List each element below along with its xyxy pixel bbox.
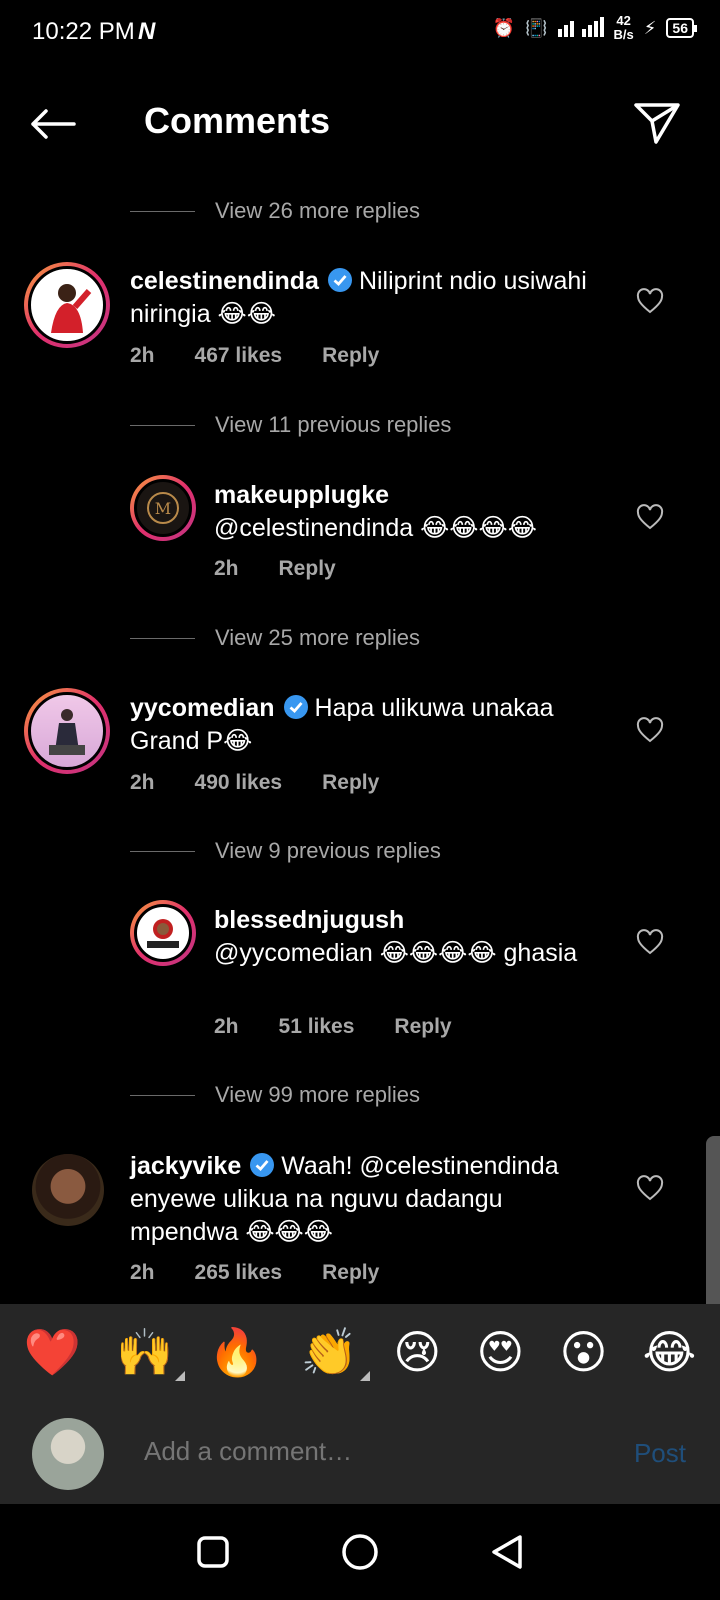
view-replies-button[interactable]: View 26 more replies [130,198,420,224]
emoji-heart[interactable]: ❤️ [24,1329,81,1375]
heart-icon[interactable] [636,717,664,745]
back-arrow-icon[interactable] [28,102,78,146]
emoji-surprised[interactable]: 😮 [559,1329,607,1375]
comments-list[interactable]: View 26 more replies celestinendinda Nili… [0,180,720,1304]
comment-meta: 2h 467 likes Reply [130,344,379,368]
verified-badge-icon [327,268,352,292]
comment-meta: 2h 490 likes Reply [130,771,379,795]
heart-icon[interactable] [636,288,664,316]
comment-time: 2h [130,1261,155,1284]
page-title: Comments [144,100,331,141]
signal-icon [557,15,604,42]
reply-button[interactable]: Reply [394,1015,451,1039]
comment-body: jackyvike Waah! @celestinendinda enyewe u… [130,1150,610,1249]
comment-time: 2h [130,344,155,367]
comment-meta: 2h 265 likes Reply [130,1261,379,1285]
heart-icon[interactable] [636,504,664,532]
status-icons: ⏰ 📳 42 B/s ⚡ 56 [492,14,697,42]
comment-username[interactable]: yycomedian [130,694,275,722]
verified-badge-icon [250,1153,275,1177]
recents-icon[interactable] [193,1532,233,1572]
battery-icon: 56 [666,18,697,38]
view-replies-label: View 9 previous replies [215,838,441,863]
view-replies-label: View 11 previous replies [215,412,452,437]
network-speed: 42 B/s [614,14,634,42]
status-time: 10:22 PM [32,18,135,45]
emoji-clap-glyph: 👏 [300,1325,359,1379]
send-icon[interactable] [632,98,682,148]
view-replies-button[interactable]: View 25 more replies [130,625,420,651]
charging-icon: ⚡ [643,17,657,38]
comment-likes[interactable]: 490 likes [195,771,283,795]
comment-time: 2h [130,771,155,794]
alarm-icon: ⏰ [492,17,516,38]
verified-badge-icon [283,695,308,719]
system-nav-bar [0,1504,720,1600]
comment-username[interactable]: jackyvike [130,1152,241,1180]
view-replies-label: View 25 more replies [215,625,421,650]
comment-text: @celestinendinda 😂😂😂😂 [214,514,537,542]
comment-likes[interactable]: 467 likes [195,344,283,368]
emoji-raised-hands-glyph: 🙌 [115,1325,174,1379]
comment-time: 2h [214,557,239,580]
emoji-fire[interactable]: 🔥 [208,1329,265,1375]
heart-icon[interactable] [636,1175,664,1203]
comment-input[interactable] [144,1436,584,1467]
status-bar: 10:22 PM N ⏰ 📳 42 B/s ⚡ 56 [0,0,720,64]
reply-button[interactable]: Reply [322,771,379,795]
comment-likes[interactable]: 51 likes [279,1015,355,1039]
current-user-avatar [32,1418,104,1490]
comment-body: yycomedian Hapa ulikuwa unakaa Grand P😂 [130,692,600,758]
skin-tone-indicator-icon [360,1371,371,1381]
reply-button[interactable]: Reply [322,1261,379,1285]
view-replies-label: View 26 more replies [215,198,421,223]
comment-body: makeupplugke @celestinendinda 😂😂😂😂 [214,479,614,545]
avatar[interactable] [130,900,196,966]
avatar[interactable] [24,262,110,348]
skin-tone-indicator-icon [175,1371,186,1381]
comment-username[interactable]: blessednjugush [214,904,584,937]
view-replies-label: View 99 more replies [215,1082,421,1107]
comment-username[interactable]: makeupplugke [214,479,614,512]
comment-meta: 2h Reply [214,557,336,581]
comment-time: 2h [214,1015,239,1038]
comment-username[interactable]: celestinendinda [130,267,319,295]
emoji-heart-eyes[interactable]: 😍 [476,1329,524,1375]
comment-body: celestinendinda Niliprint ndio usiwahi ni… [130,265,600,331]
comment-likes[interactable]: 265 likes [195,1261,283,1285]
emoji-quick-bar: ❤️ 🙌 🔥 👏 😢 😍 😮 😂 [0,1304,720,1400]
comment-text: @yycomedian 😂😂😂😂 ghasia [214,939,578,967]
view-replies-button[interactable]: View 99 more replies [130,1082,420,1108]
emoji-laughing[interactable]: 😂 [643,1329,697,1375]
heart-icon[interactable] [636,929,664,957]
emoji-crying[interactable]: 😢 [393,1329,441,1375]
comment-meta: 2h 51 likes Reply [214,1015,452,1039]
comment-body: blessednjugush @yycomedian 😂😂😂😂 ghasia [214,904,584,970]
scrollbar-handle[interactable] [706,1136,720,1316]
post-button[interactable]: Post [634,1438,686,1469]
reply-button[interactable]: Reply [322,344,379,368]
speed-value: 42 [616,13,631,28]
speed-unit: B/s [613,27,634,42]
view-replies-button[interactable]: View 9 previous replies [130,838,441,864]
carrier-icon: N [138,18,156,45]
vibrate-icon: 📳 [525,17,548,38]
comment-composer: Post [0,1400,720,1504]
header: Comments [0,84,720,164]
view-replies-button[interactable]: View 11 previous replies [130,412,451,438]
home-icon[interactable] [340,1532,380,1572]
back-icon[interactable] [487,1532,527,1572]
emoji-raised-hands[interactable]: 🙌 [116,1329,186,1381]
svg-text:M: M [155,499,171,518]
avatar[interactable]: M [130,475,196,541]
reply-button[interactable]: Reply [279,557,336,581]
avatar[interactable] [24,688,110,774]
avatar[interactable] [32,1154,104,1226]
emoji-clap[interactable]: 👏 [301,1329,371,1381]
